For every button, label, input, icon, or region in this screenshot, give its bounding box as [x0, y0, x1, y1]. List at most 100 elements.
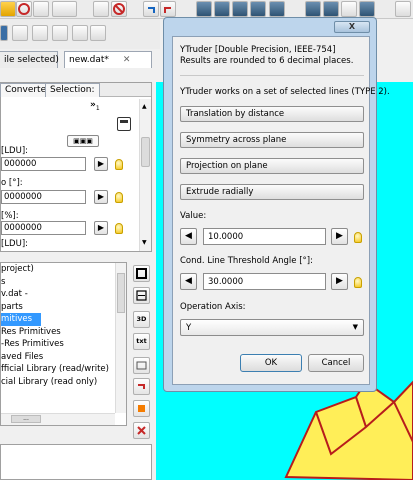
- tab-label: Selection:: [50, 85, 95, 95]
- select-edge-icon[interactable]: [214, 1, 230, 17]
- grid-icon[interactable]: [0, 25, 8, 41]
- value-label: Value:: [180, 211, 207, 221]
- camera-icon[interactable]: [133, 265, 150, 282]
- mirror-icon[interactable]: [90, 25, 106, 41]
- angle-value-field[interactable]: 0000000: [1, 190, 86, 204]
- data-icon[interactable]: [52, 1, 77, 17]
- text-view-button[interactable]: txt: [133, 333, 150, 350]
- window-icon[interactable]: [133, 357, 150, 374]
- bulb-icon[interactable]: [115, 159, 123, 170]
- bulb-icon[interactable]: [115, 223, 123, 234]
- axis-select[interactable]: Y ▼: [180, 319, 364, 336]
- undo-icon[interactable]: [143, 1, 159, 17]
- select-vertex-icon[interactable]: [196, 1, 212, 17]
- tree-item-selected[interactable]: mitives: [1, 313, 41, 326]
- select-face-icon[interactable]: [232, 1, 248, 17]
- select-subfile-icon[interactable]: [250, 1, 266, 17]
- tab-label: ile selected): [4, 55, 59, 65]
- field-label: [%]:: [1, 211, 19, 221]
- tab-label: new.dat*: [69, 55, 109, 65]
- projection-button[interactable]: Projection on plane: [180, 158, 364, 174]
- x-value-field[interactable]: 000000: [1, 157, 86, 171]
- format-buttons[interactable]: ▣▣▣: [67, 135, 99, 147]
- folder-icon[interactable]: [0, 1, 16, 17]
- tree-item[interactable]: v.dat -: [1, 288, 126, 301]
- editor-tabs: ile selected) new.dat* ✕: [0, 51, 155, 68]
- side-label: txt: [136, 337, 147, 345]
- wireframe-icon[interactable]: [341, 1, 357, 17]
- threshold-increment-button[interactable]: ▶: [331, 273, 348, 290]
- file-icon[interactable]: [33, 1, 49, 17]
- scroll-down-icon[interactable]: ▼: [142, 239, 147, 246]
- value-increment-button[interactable]: ▶: [331, 228, 348, 245]
- cancel-button[interactable]: Cancel: [308, 354, 364, 372]
- dialog-subtitle: Results are rounded to 6 decimal places.: [180, 56, 354, 66]
- more-icon[interactable]: [395, 1, 411, 17]
- minimize-icon[interactable]: [117, 117, 131, 131]
- more-marker[interactable]: »1: [90, 100, 100, 112]
- bulb-icon[interactable]: [354, 277, 362, 288]
- threshold-decrement-button[interactable]: ◀: [180, 273, 197, 290]
- tab-selection-panel[interactable]: Selection:: [45, 83, 100, 97]
- apply-button[interactable]: ▶: [94, 190, 108, 204]
- rotate-icon[interactable]: [52, 25, 68, 41]
- threshold-label: Cond. Line Threshold Angle [°]:: [180, 256, 313, 266]
- chevron-down-icon: ▼: [352, 323, 358, 331]
- more-count: 1: [95, 104, 100, 112]
- select-all-icon[interactable]: [269, 1, 285, 17]
- scrollbar[interactable]: ▲ ▼: [139, 99, 151, 251]
- apply-button[interactable]: ▶: [94, 157, 108, 171]
- side-label: 3D: [136, 315, 147, 323]
- render-icon[interactable]: [323, 1, 339, 17]
- percent-value-field[interactable]: 0000000: [1, 221, 86, 235]
- scroll-thumb[interactable]: [141, 137, 150, 167]
- value-decrement-button[interactable]: ◀: [180, 228, 197, 245]
- bulb-icon[interactable]: [115, 192, 123, 203]
- stop-icon[interactable]: [16, 1, 32, 17]
- redo-icon[interactable]: [160, 1, 176, 17]
- project-tree: project) s v.dat - parts mitives Res Pri…: [0, 262, 127, 426]
- tab-file[interactable]: new.dat* ✕: [64, 51, 152, 68]
- tree-item[interactable]: parts: [1, 301, 126, 314]
- symmetry-button[interactable]: Symmetry across plane: [180, 132, 364, 148]
- tab-selection[interactable]: ile selected): [0, 51, 59, 68]
- undo-view-icon[interactable]: [133, 378, 150, 395]
- converter-panel: Converter: Selection: »1 ▲ ▼ ▣▣▣ [LDU]: …: [0, 82, 152, 252]
- tree-item[interactable]: -Res Primitives: [1, 338, 126, 351]
- tree-item[interactable]: s: [1, 276, 126, 289]
- layers-icon[interactable]: [133, 287, 150, 304]
- translation-button[interactable]: Translation by distance: [180, 106, 364, 122]
- hscroll-thumb[interactable]: ...: [11, 415, 41, 423]
- no-entry-icon[interactable]: [111, 1, 127, 17]
- threshold-field[interactable]: 30.0000: [203, 273, 326, 290]
- tree-item[interactable]: cial Library (read only): [1, 376, 126, 389]
- scroll-up-icon[interactable]: ▲: [142, 103, 147, 110]
- move-icon[interactable]: [32, 25, 48, 41]
- ok-button[interactable]: OK: [240, 354, 302, 372]
- apply-button[interactable]: ▶: [94, 221, 108, 235]
- ytruder-dialog: X YTruder [Double Precision, IEEE-754] R…: [163, 17, 390, 392]
- tree-item[interactable]: aved Files: [1, 351, 126, 364]
- axis-selected-value: Y: [186, 323, 192, 333]
- close-icon[interactable]: ✕: [123, 55, 131, 65]
- extrude-radially-button[interactable]: Extrude radially: [180, 184, 364, 200]
- tree-item[interactable]: project): [1, 263, 126, 276]
- bulb-icon[interactable]: [354, 232, 362, 243]
- field-label: o [°]:: [1, 178, 23, 188]
- tree-scrollbar[interactable]: [115, 263, 126, 413]
- tree-hscrollbar[interactable]: ...: [1, 413, 115, 425]
- shade-icon[interactable]: [359, 1, 375, 17]
- scale-icon[interactable]: [72, 25, 88, 41]
- transform-icon[interactable]: [12, 25, 28, 41]
- value-field[interactable]: 10.0000: [203, 228, 326, 245]
- close-button[interactable]: X: [334, 21, 370, 33]
- view-icon[interactable]: [305, 1, 321, 17]
- paint-icon[interactable]: [133, 400, 150, 417]
- search-icon[interactable]: [93, 1, 109, 17]
- secondary-toolbar: [0, 19, 160, 49]
- scroll-thumb[interactable]: [117, 273, 125, 313]
- tree-item[interactable]: fficial Library (read/write): [1, 363, 126, 376]
- tree-item[interactable]: Res Primitives: [1, 326, 126, 339]
- delete-icon[interactable]: [133, 422, 150, 439]
- view-3d-button[interactable]: 3D: [133, 311, 150, 328]
